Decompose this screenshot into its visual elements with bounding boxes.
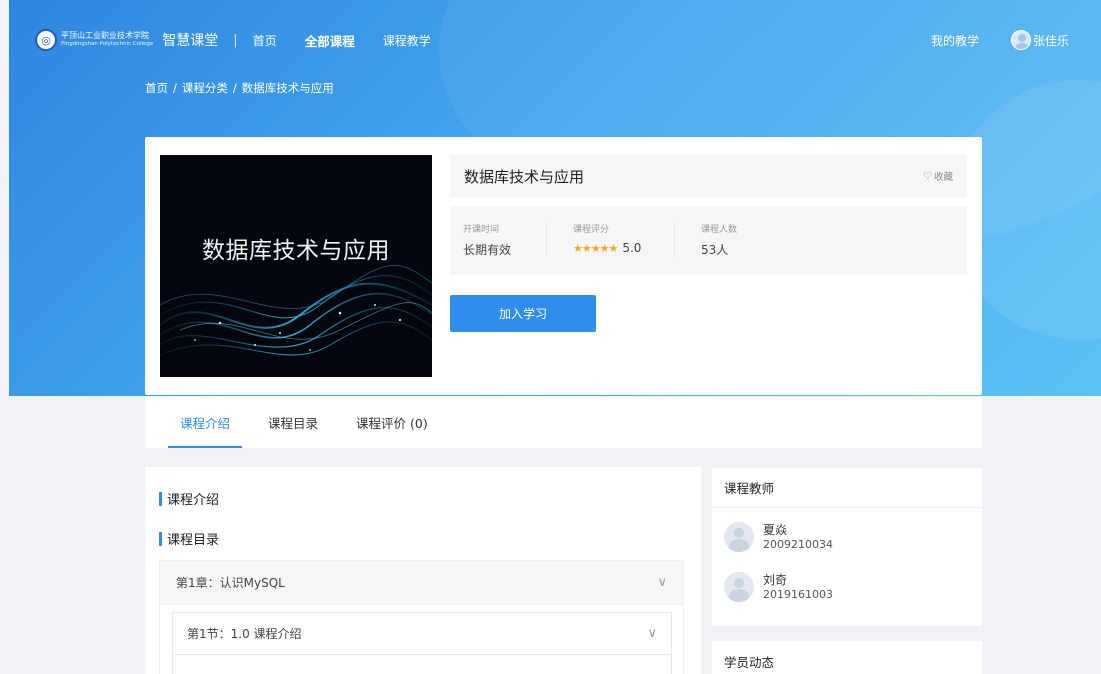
- intro-heading: 课程介绍: [159, 489, 219, 508]
- rating-display: ★★★★★ 5.0: [573, 241, 674, 255]
- course-cover-image: 数据库技术与应用: [160, 155, 432, 377]
- catalog-heading: 课程目录: [159, 529, 219, 548]
- tab-course-catalog[interactable]: 课程目录: [268, 397, 318, 448]
- course-title-bar: 数据库技术与应用 ♡ 收藏: [450, 155, 967, 197]
- teacher-name: 刘奇: [763, 572, 788, 587]
- nav-all-courses[interactable]: 全部课程: [305, 31, 355, 50]
- tab-course-reviews[interactable]: 课程评价 (0): [356, 397, 428, 448]
- my-teaching-link[interactable]: 我的教学: [931, 32, 979, 49]
- star-rating-icon: ★★★★★: [573, 241, 618, 255]
- brand-name[interactable]: 智慧课堂: [162, 30, 218, 50]
- heart-icon: ♡: [923, 170, 932, 182]
- teacher-item[interactable]: 夏焱 2009210034: [724, 522, 833, 552]
- favorite-label: 收藏: [933, 172, 953, 183]
- nav-separator: |: [233, 32, 238, 48]
- rating-label: 课程评分: [573, 225, 610, 235]
- student-activity-card: 学员动态: [712, 641, 982, 674]
- favorite-button[interactable]: ♡ 收藏: [923, 169, 953, 184]
- course-content-panel: 课程介绍 课程目录 第1章：认识MySQL ∨ 第1节：1.0 课程介绍 ∨: [145, 467, 701, 674]
- logo-english-name: Pingdingshan Polytechnic College: [61, 41, 154, 48]
- breadcrumb-home[interactable]: 首页: [145, 81, 168, 95]
- breadcrumb-category[interactable]: 课程分类: [182, 81, 228, 95]
- course-rating: 课程评分 ★★★★★ 5.0: [546, 222, 674, 255]
- chapter-title: 第1章：认识MySQL: [176, 576, 285, 590]
- user-avatar-icon[interactable]: [1010, 30, 1031, 50]
- breadcrumb: 首页 / 课程分类 / 数据库技术与应用: [145, 80, 334, 96]
- course-title: 数据库技术与应用: [464, 167, 585, 186]
- course-info-card: 数据库技术与应用 数据库技术与应用 ♡ 收藏 开课时间 长期有效 课程评分 ★★…: [145, 137, 982, 395]
- teachers-heading: 课程教师: [712, 468, 982, 508]
- teacher-item[interactable]: 刘奇 2019161003: [724, 572, 833, 602]
- nav-home[interactable]: 首页: [253, 32, 277, 49]
- tab-course-intro[interactable]: 课程介绍: [167, 397, 243, 448]
- teacher-id: 2019161003: [763, 587, 833, 601]
- teachers-card: 课程教师 夏焱 2009210034 刘奇 2019161003: [712, 468, 982, 626]
- user-area: 我的教学 张佳乐: [931, 26, 1069, 54]
- students-value: 53人: [701, 243, 729, 257]
- top-navigation: ◎ 平顶山工业职业技术学院 Pingdingshan Polytechnic C…: [35, 26, 1085, 54]
- student-count: 课程人数 53人: [674, 222, 794, 258]
- college-logo-icon[interactable]: ◎: [35, 29, 57, 51]
- breadcrumb-current: 数据库技术与应用: [241, 81, 334, 95]
- lesson-item[interactable]: 第1节：1.0 课程介绍 ∨: [172, 612, 672, 655]
- chevron-down-icon: ∨: [647, 626, 657, 641]
- students-label: 课程人数: [701, 225, 738, 235]
- student-activity-heading: 学员动态: [724, 654, 775, 670]
- course-tabs: 课程介绍 课程目录 课程评价 (0): [145, 397, 982, 448]
- teacher-avatar-icon: [724, 522, 754, 552]
- rating-value: 5.0: [622, 241, 642, 255]
- breadcrumb-separator: /: [173, 81, 177, 95]
- cover-wave-graphic: [160, 264, 432, 356]
- lesson-body: [172, 655, 672, 674]
- open-time-value: 长期有效: [463, 243, 512, 257]
- teacher-id: 2009210034: [763, 537, 833, 551]
- breadcrumb-separator: /: [232, 81, 237, 95]
- logo-chinese-name: 平顶山工业职业技术学院: [61, 31, 149, 41]
- lesson-title: 第1节：1.0 课程介绍: [187, 627, 302, 641]
- username[interactable]: 张佳乐: [1033, 32, 1069, 49]
- college-logo-text[interactable]: 平顶山工业职业技术学院 Pingdingshan Polytechnic Col…: [61, 32, 153, 48]
- nav-course-teaching[interactable]: 课程教学: [383, 32, 431, 49]
- cover-title: 数据库技术与应用: [202, 238, 390, 264]
- join-study-button[interactable]: 加入学习: [450, 295, 596, 332]
- open-time: 开课时间 长期有效: [450, 222, 546, 258]
- chevron-down-icon: ∨: [657, 575, 667, 590]
- teacher-name: 夏焱: [763, 522, 788, 537]
- chapter-item[interactable]: 第1章：认识MySQL ∨: [159, 560, 684, 605]
- open-time-label: 开课时间: [463, 225, 500, 235]
- course-stats: 开课时间 长期有效 课程评分 ★★★★★ 5.0 课程人数 53人: [450, 206, 967, 275]
- chapter-body: 第1节：1.0 课程介绍 ∨: [159, 605, 684, 674]
- teacher-avatar-icon: [724, 572, 754, 602]
